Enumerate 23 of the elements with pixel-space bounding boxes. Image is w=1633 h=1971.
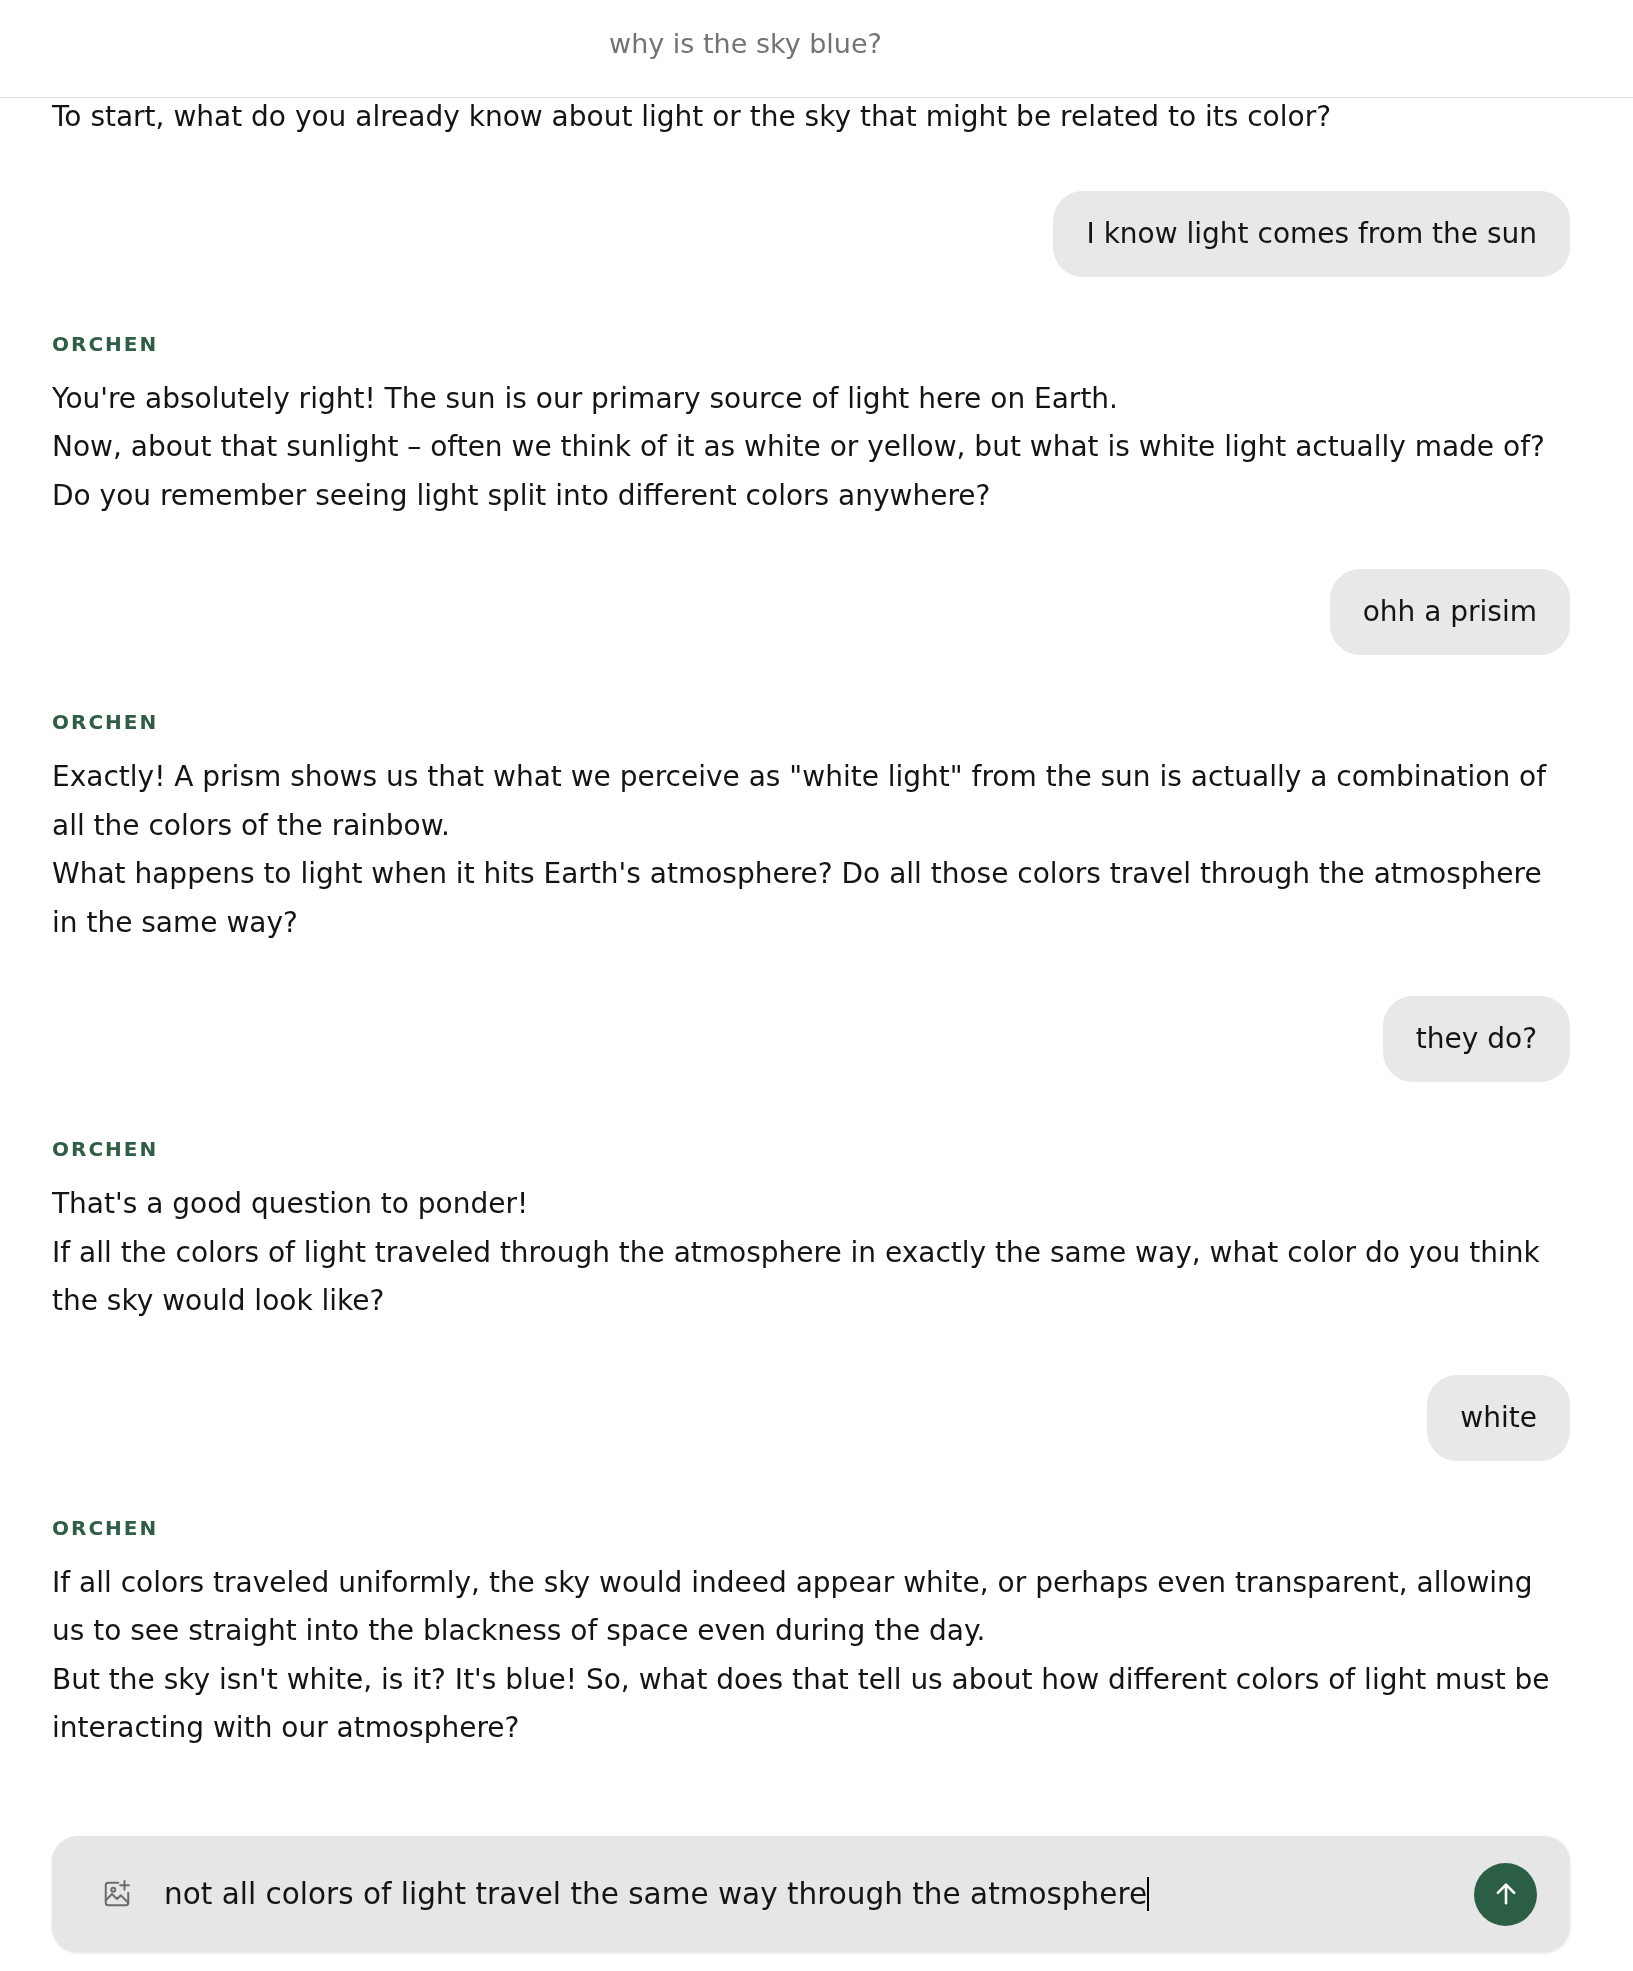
user-message-bubble: they do?	[1382, 996, 1570, 1082]
message-paragraph: If all the colors of light traveled through the atmosphere in exactly the same way, what color do you think the sky would look like?	[52, 1234, 1541, 1319]
user-message-bubble: I know light comes from the sun	[1053, 190, 1570, 277]
sender-label: ORCHEN	[52, 331, 159, 356]
message-paragraph: To start, what do you already know about light or the sky that might be related to its color?	[52, 99, 1333, 135]
sender-label: ORCHEN	[52, 1515, 159, 1540]
input-text: not all colors of light travel the same way through the atmosphere	[164, 1876, 1148, 1913]
add-image-button[interactable]	[102, 1879, 132, 1909]
image-add-icon	[102, 1879, 132, 1909]
user-message-bubble: white	[1427, 1374, 1570, 1461]
sender-label: ORCHEN	[52, 710, 159, 734]
message-paragraph: That's a good question to ponder!	[52, 1186, 530, 1222]
message-paragraph: What happens to light when it hits Earth's atmosphere? Do all those colors travel through the atmosphere in the same way?	[52, 856, 1543, 941]
conversation-title: why is the sky blue?	[609, 28, 882, 59]
user-message-bubble: ohh a prisim	[1329, 569, 1570, 655]
message-paragraph: Now, about that sunlight – often we think of it as white or yellow, but what is white light actually made of?	[52, 429, 1546, 465]
sender-label: ORCHEN	[52, 1137, 159, 1161]
message-paragraph: Do you remember seeing light split into different colors anywhere?	[52, 477, 992, 514]
message-paragraph: Exactly! A prism shows us that what we perceive as "white light" from the sun is actually a combination of all the colors of the rainbow.	[52, 759, 1548, 844]
message-paragraph: You're absolutely right! The sun is our primary source of light here on Earth.	[52, 380, 1119, 417]
message-input-field[interactable]: not all colors of light travel the same way through the atmosphere	[52, 1836, 1570, 1952]
message-paragraph: If all colors traveled uniformly, the sky would indeed appear white, or perhaps even transparent, allowing us to see straight into the blackness of space even during the day.	[52, 1564, 1534, 1649]
message-paragraph: But the sky isn't white, is it? It's blue! So, what does that tell us about how different colors of light must be interacting with our atmosphere?	[52, 1661, 1551, 1746]
